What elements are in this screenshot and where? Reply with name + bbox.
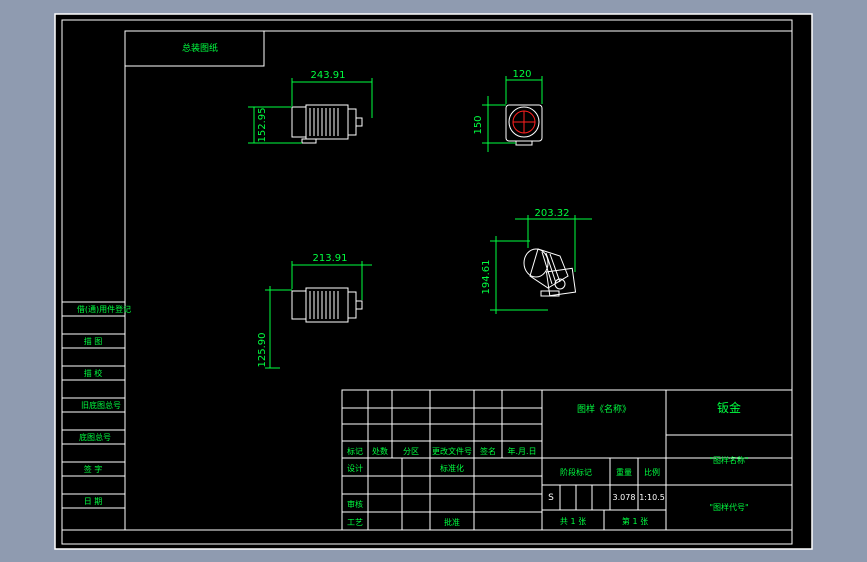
drawing-name: "图样名称" [709, 455, 748, 465]
left-strip-label-5: 签 字 [84, 464, 103, 474]
side-view-width-dim: 120 [512, 69, 531, 80]
sig-row-approve: 批准 [444, 517, 460, 527]
drawing-sheet [54, 13, 813, 550]
stage-mark: S [548, 493, 554, 503]
sheets-total: 共 1 张 [560, 517, 586, 526]
left-strip-label-1: 描 图 [84, 336, 103, 346]
sig-row-design: 设计 [347, 463, 363, 473]
rev-header-count: 处数 [372, 446, 388, 456]
sig-row-review: 审核 [347, 499, 363, 509]
left-strip-label-6: 日 期 [84, 497, 103, 506]
header-box-text: 总装图纸 [182, 42, 218, 54]
sig-row-standard: 标准化 [440, 463, 464, 473]
weight-value: 3.078 [613, 493, 636, 502]
left-strip-label-2: 描 校 [84, 368, 103, 378]
top-view-width-dim: 213.91 [313, 253, 348, 264]
front-view-height-dim: 152.95 [257, 108, 268, 143]
scale-value: 1:10.5 [639, 493, 665, 502]
drawing-code: "图样代号" [709, 502, 748, 512]
iso-view-height-dim: 194.61 [481, 260, 492, 295]
iso-view-width-dim: 203.32 [535, 208, 570, 219]
sig-row-process: 工艺 [347, 518, 363, 527]
company-name: 钣金 [717, 400, 741, 415]
scale-label: 比例 [644, 467, 660, 477]
weight-label: 重量 [616, 467, 632, 477]
sheet-number: 第 1 张 [622, 516, 648, 526]
rev-header-date: 年.月.日 [507, 446, 536, 456]
left-strip-label-3: 旧底图总号 [81, 400, 121, 410]
stage-label: 阶段标记 [560, 467, 592, 477]
front-view-width-dim: 243.91 [311, 70, 346, 81]
side-view-height-dim: 150 [473, 115, 484, 134]
rev-header-doc: 更改文件号 [432, 446, 472, 456]
left-strip-label-4: 底图总号 [79, 432, 111, 442]
rev-header-mark: 标记 [347, 446, 363, 456]
left-strip-label-0: 借(通)用件登记 [77, 304, 131, 314]
cad-drawing-canvas[interactable]: 总装图纸 243.91 152.95 120 150 203.32 194.61… [0, 0, 867, 562]
material-label: 图样《名称》 [577, 403, 631, 415]
rev-header-zone: 分区 [403, 447, 419, 456]
rev-header-sign: 签名 [480, 446, 496, 456]
top-view-height-dim: 125.90 [257, 333, 268, 368]
